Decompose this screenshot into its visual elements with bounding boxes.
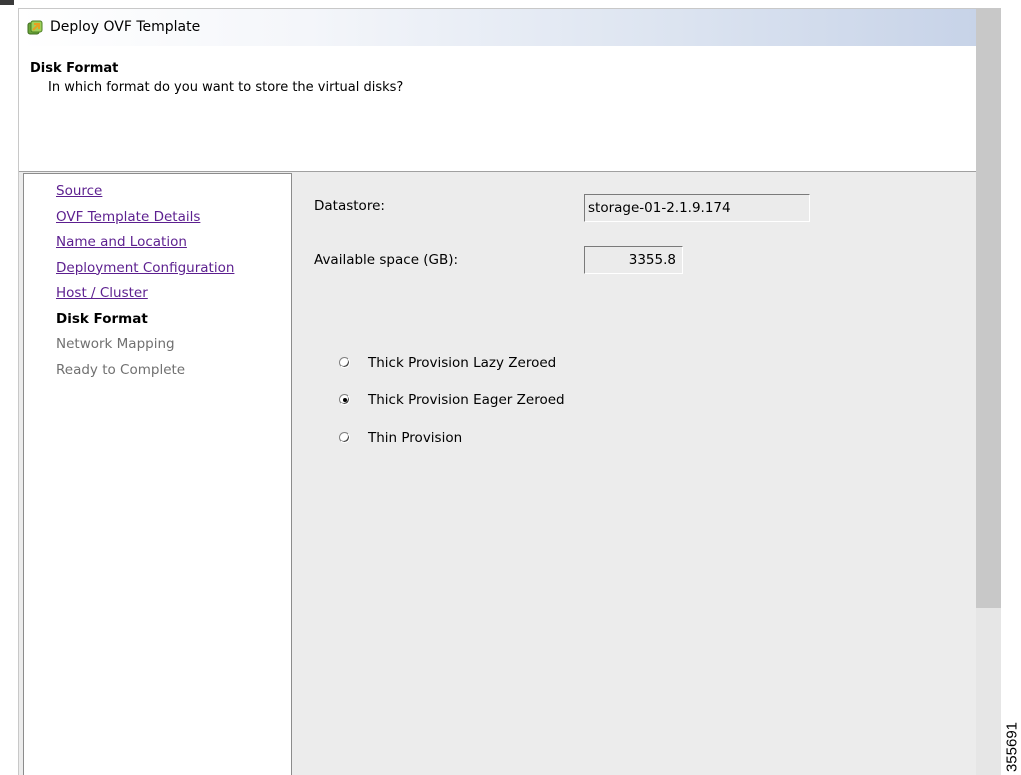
step-host-cluster[interactable]: Host / Cluster	[56, 285, 234, 311]
thick-lazy-zeroed-radio[interactable]	[339, 357, 350, 368]
available-space-field: 3355.8	[584, 246, 683, 274]
window-title: Deploy OVF Template	[50, 19, 201, 35]
available-space-label: Available space (GB):	[314, 252, 459, 268]
thick-eager-zeroed-radio[interactable]	[339, 394, 350, 405]
step-link[interactable]: Name and Location	[56, 234, 187, 250]
step-deployment-configuration[interactable]: Deployment Configuration	[56, 260, 234, 286]
page-title: Disk Format	[30, 61, 119, 76]
step-link[interactable]: Deployment Configuration	[56, 260, 234, 276]
thick-eager-zeroed-label: Thick Provision Eager Zeroed	[368, 392, 565, 408]
thick-lazy-zeroed-label: Thick Provision Lazy Zeroed	[368, 355, 557, 371]
step-current-label: Disk Format	[56, 310, 148, 327]
disk-format-content: Datastore: storage-01-2.1.9.174 Availabl…	[292, 173, 976, 775]
vertical-scrollbar[interactable]	[976, 8, 1001, 775]
step-disk-format: Disk Format	[56, 311, 234, 337]
radio-selected-dot	[343, 398, 347, 402]
figure-id: 355691	[1002, 720, 1021, 775]
step-source[interactable]: Source	[56, 183, 234, 209]
step-link[interactable]: OVF Template Details	[56, 209, 200, 225]
title-bar[interactable]: Deploy OVF Template	[19, 9, 976, 46]
datastore-field: storage-01-2.1.9.174	[584, 194, 810, 222]
step-ovf-template-details[interactable]: OVF Template Details	[56, 209, 234, 235]
page: Deploy OVF Template Disk Format In which…	[0, 0, 1021, 775]
step-name-and-location[interactable]: Name and Location	[56, 234, 234, 260]
deploy-ovf-window: Deploy OVF Template Disk Format In which…	[18, 8, 976, 775]
scrollbar-thumb[interactable]	[976, 8, 1001, 608]
step-pending-label: Ready to Complete	[56, 361, 186, 378]
wizard-steps-list: Source OVF Template Details Name and Loc…	[56, 183, 234, 387]
step-pending-label: Network Mapping	[56, 336, 175, 352]
edge-mark	[0, 0, 14, 5]
wizard-steps-panel: Source OVF Template Details Name and Loc…	[23, 173, 292, 775]
step-ready-to-complete: Ready to Complete	[56, 362, 234, 388]
wizard-header: Disk Format In which format do you want …	[19, 46, 976, 172]
page-subtitle: In which format do you want to store the…	[48, 80, 404, 95]
step-link[interactable]: Source	[56, 183, 102, 199]
step-link[interactable]: Host / Cluster	[56, 285, 148, 301]
datastore-label: Datastore:	[314, 198, 385, 214]
thin-provision-radio[interactable]	[339, 432, 350, 443]
step-network-mapping: Network Mapping	[56, 336, 234, 362]
ovf-template-icon	[27, 20, 43, 36]
thin-provision-label: Thin Provision	[368, 430, 463, 446]
figure-id-text: 355691	[1003, 721, 1021, 773]
